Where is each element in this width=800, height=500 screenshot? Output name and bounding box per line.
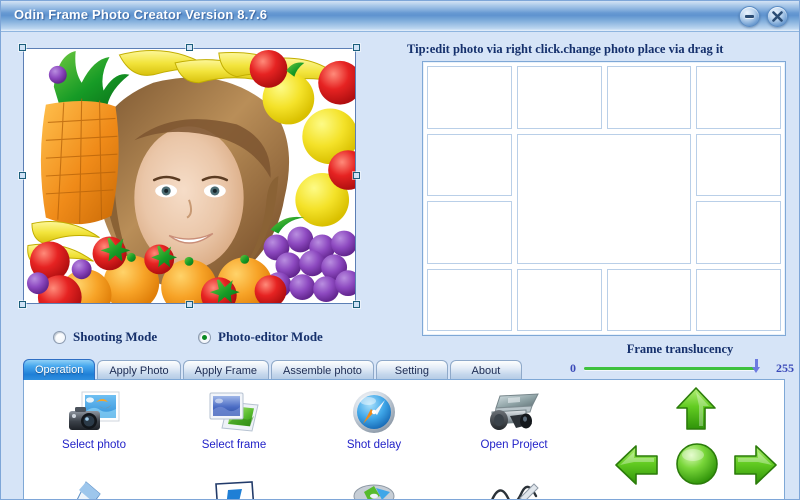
minimize-button[interactable] [739, 6, 760, 27]
thumbnail-cell[interactable] [427, 268, 512, 331]
tool-label-open-project: Open Project [480, 439, 548, 451]
thumbnail-cell[interactable] [427, 66, 512, 129]
radio-indicator-photo-editor [198, 330, 211, 344]
slider-max-label: 255 [776, 361, 794, 375]
thumbnail-panel [422, 61, 786, 336]
operation-tab-panel: Select photo Select frame Shot delay Ope… [23, 379, 785, 499]
thumbnail-cell[interactable] [516, 66, 602, 129]
arrow-up-button[interactable] [674, 386, 718, 432]
photo-image [24, 49, 355, 303]
thumbnail-cell[interactable] [696, 66, 781, 129]
radio-label-photo-editor: Photo-editor Mode [218, 329, 323, 344]
radio-label-shooting: Shooting Mode [73, 329, 158, 344]
slider-track[interactable] [584, 367, 758, 370]
radio-indicator-shooting [53, 330, 66, 344]
thumbnail-cell[interactable] [606, 268, 692, 331]
frame-translucency-control: Frame translucency 0 255 [566, 342, 794, 376]
tip-text: Tip:edit photo via right click.change ph… [407, 42, 724, 56]
frame-translucency-label: Frame translucency [626, 342, 734, 356]
tool-open-project[interactable]: Open Project [444, 380, 584, 468]
thumbnail-cell[interactable] [606, 66, 692, 129]
framed-photo[interactable] [23, 48, 356, 304]
scanner-camera-icon [486, 388, 542, 436]
selection-handle-bottom-center[interactable] [186, 301, 193, 308]
thumbnail-cell[interactable] [427, 133, 512, 196]
title-bar: Odin Frame Photo Creator Version 8.7.6 [1, 1, 799, 32]
tool-label-select-frame: Select frame [201, 439, 267, 451]
thumbnail-cell[interactable] [516, 268, 602, 331]
tool-label-select-photo: Select photo [62, 439, 126, 451]
thumbnail-cell[interactable] [696, 268, 781, 331]
photo-editing-canvas[interactable] [19, 44, 360, 308]
thumbnail-cell[interactable] [427, 201, 512, 264]
tool-row2-item-4[interactable] [444, 468, 584, 499]
selection-handle-top-left[interactable] [19, 44, 26, 51]
minimize-icon [740, 7, 759, 26]
selection-handle-bottom-right[interactable] [353, 301, 360, 308]
tab-operation[interactable]: Operation [23, 359, 96, 380]
signature-pen-icon [486, 476, 542, 499]
arrow-right-button[interactable] [732, 443, 778, 487]
tab-setting[interactable]: Setting [375, 360, 448, 380]
tab-apply-frame[interactable]: Apply Frame [182, 360, 269, 380]
mode-radio-group: Shooting Mode Photo-editor Mode [23, 326, 383, 350]
application-window: Odin Frame Photo Creator Version 8.7.6 T… [0, 0, 800, 500]
tab-assemble-photo[interactable]: Assemble photo [271, 360, 374, 380]
close-button[interactable] [767, 6, 788, 27]
thumbnail-cell-large[interactable] [516, 133, 692, 264]
tool-select-frame[interactable]: Select frame [164, 380, 304, 468]
compass-clock-icon [346, 388, 402, 436]
slider-thumb[interactable] [752, 359, 761, 374]
photo-camera-icon [66, 388, 122, 436]
close-icon [768, 7, 787, 26]
thumbnail-cell[interactable] [696, 133, 781, 196]
tool-row2-item-2[interactable] [164, 468, 304, 499]
tab-bar: Operation Apply Photo Apply Frame Assemb… [23, 359, 524, 380]
selection-handle-bottom-left[interactable] [19, 301, 26, 308]
radio-shooting-mode[interactable]: Shooting Mode [53, 326, 157, 348]
selection-handle-top-right[interactable] [353, 44, 360, 51]
arrow-left-button[interactable] [614, 443, 660, 487]
disc-media-icon [346, 476, 402, 499]
thumbnail-grid [427, 66, 781, 331]
thumbnail-cell[interactable] [696, 201, 781, 264]
selection-handle-top-center[interactable] [186, 44, 193, 51]
center-button[interactable] [674, 441, 720, 487]
navigation-pad [612, 386, 782, 496]
slider-min-label: 0 [570, 361, 576, 375]
pencil-edit-icon [66, 476, 122, 499]
selection-handle-middle-right[interactable] [353, 172, 360, 179]
tool-row2-item-1[interactable] [24, 468, 164, 499]
selection-handle-middle-left[interactable] [19, 172, 26, 179]
tab-apply-photo[interactable]: Apply Photo [97, 360, 181, 380]
document-page-icon [206, 476, 262, 499]
window-title: Odin Frame Photo Creator Version 8.7.6 [14, 7, 268, 22]
tool-select-photo[interactable]: Select photo [24, 380, 164, 468]
tab-about[interactable]: About [449, 360, 522, 380]
picture-frame-icon [206, 388, 262, 436]
tool-button-grid: Select photo Select frame Shot delay Ope… [24, 380, 584, 499]
tool-shot-delay[interactable]: Shot delay [304, 380, 444, 468]
radio-photo-editor-mode[interactable]: Photo-editor Mode [198, 326, 323, 348]
tool-row2-item-3[interactable] [304, 468, 444, 499]
frame-translucency-slider[interactable]: 0 255 [566, 359, 794, 375]
tool-label-shot-delay: Shot delay [346, 439, 402, 451]
